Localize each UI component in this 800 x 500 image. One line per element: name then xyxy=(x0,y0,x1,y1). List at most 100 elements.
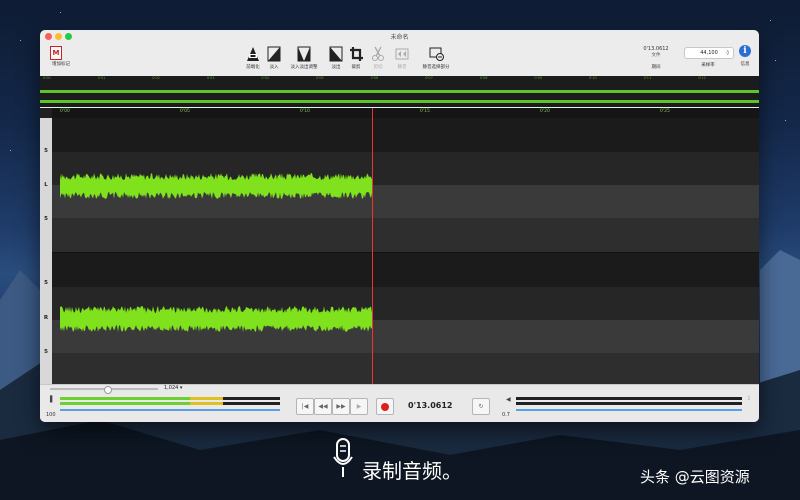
zoom-value: 1,024 xyxy=(164,385,179,391)
sample-rate-value: 44,100 xyxy=(700,50,718,56)
input-meter-left-peak xyxy=(190,397,223,400)
rewind-icon: ◀◀ xyxy=(318,403,328,410)
rewind-button[interactable]: ◀◀ xyxy=(314,398,332,415)
go-to-start-button[interactable]: |◀ xyxy=(296,398,314,415)
overview-tick: 0'03 xyxy=(206,76,215,80)
overview-tick: 0'11 xyxy=(643,76,652,80)
waveform-path xyxy=(60,306,373,332)
star xyxy=(775,60,776,61)
loop-icon: ↻ xyxy=(478,403,484,410)
left-channel-label: L xyxy=(44,182,48,188)
star xyxy=(770,20,771,21)
input-volume-slider[interactable] xyxy=(60,409,280,411)
overview-tick: 0'05 xyxy=(316,76,324,80)
transport-bar: 1,024 ▾ ▌ 100 |◀ ◀◀ ▶▶ ▶ 0'13.0612 ↻ ◀ 0… xyxy=(40,384,759,422)
scissors-icon xyxy=(372,46,384,61)
overview-wave-right xyxy=(40,100,759,103)
waveform-path xyxy=(60,173,373,199)
channel-sidebar: 5 L 5 5 R 5 xyxy=(40,118,52,384)
app-window: 未命名 M 增加标记 前端化 淡入 淡入淡出调整 淡出 裁剪 剪切 静音 静音选… xyxy=(40,30,759,422)
right-lane-top xyxy=(52,253,759,287)
zoom-select[interactable]: 1,024 ▾ xyxy=(164,385,204,393)
play-button[interactable]: ▶ xyxy=(350,398,368,415)
waveform-editor[interactable]: 0'00 0'05 0'10 0'15 0'20 0'25 5 L 5 5 R 5 xyxy=(40,108,759,384)
normalize-label: 前端化 xyxy=(246,65,260,70)
microphone-icon xyxy=(333,438,353,477)
fast-forward-icon: ▶▶ xyxy=(336,403,346,410)
left-waveform xyxy=(60,173,373,199)
cut-label: 剪切 xyxy=(373,65,383,70)
ruler-tick: 0'10 xyxy=(300,109,310,114)
output-meter-right xyxy=(516,402,742,405)
record-icon xyxy=(381,402,389,411)
overview-tick: 0'01 xyxy=(97,76,106,80)
ruler-tick: 0'20 xyxy=(540,109,550,114)
watermark: 头条 @云图资源 xyxy=(640,468,750,486)
time-ruler[interactable]: 0'00 0'05 0'10 0'15 0'20 0'25 xyxy=(52,108,759,118)
loop-button[interactable]: ↻ xyxy=(472,398,490,415)
output-meter-left xyxy=(516,397,742,400)
mute-label: 静音 xyxy=(397,65,407,70)
record-button[interactable] xyxy=(376,398,394,415)
star xyxy=(785,120,786,121)
left-lane-bottom xyxy=(52,218,759,252)
duration-label: 期间 xyxy=(651,65,661,70)
sample-rate-select[interactable]: 44,100 ◊ xyxy=(684,47,734,59)
ruler-tick: 0'25 xyxy=(660,109,670,114)
overview-strip[interactable]: 0'00 0'01 0'02 0'03 0'04 0'05 0'06 0'07 0'08 0'09… xyxy=(40,76,759,107)
output-volume-slider[interactable] xyxy=(516,409,742,411)
info-icon: i xyxy=(739,45,751,57)
chevron-down-icon: ▾ xyxy=(179,385,183,391)
crossfade-icon xyxy=(297,46,311,62)
left-scale-bottom: 5 xyxy=(44,216,48,222)
overview-tick: 0'06 xyxy=(370,76,379,80)
ruler-tick: 0'00 xyxy=(60,109,70,114)
duration-unit[interactable]: 文件 xyxy=(638,52,674,58)
fade-in-icon xyxy=(267,46,281,62)
left-lane-top xyxy=(52,118,759,152)
zoom-slider-knob[interactable] xyxy=(104,386,112,394)
star xyxy=(60,12,61,13)
ruler-tick: 0'05 xyxy=(180,109,190,114)
overview-tick: 0'04 xyxy=(261,76,270,80)
caption-text: 录制音频。 xyxy=(362,459,462,483)
input-meter-left-fill xyxy=(60,397,190,400)
output-level-value: 0.7 xyxy=(502,412,510,418)
mute-selection-label: 静音选择部分 xyxy=(422,65,450,70)
overview-tick: 0'10 xyxy=(589,76,597,80)
left-scale-top: 5 xyxy=(44,148,48,154)
playhead[interactable] xyxy=(372,108,373,384)
sample-rate-label: 采样率 xyxy=(701,63,715,68)
fast-forward-button[interactable]: ▶▶ xyxy=(332,398,350,415)
stepper-icon: ◊ xyxy=(726,50,729,56)
info-label: 信息 xyxy=(740,62,750,67)
overview-tick: 0'08 xyxy=(479,76,488,80)
title-bar: 未命名 xyxy=(40,30,759,44)
ruler-tick: 0'15 xyxy=(420,109,430,114)
input-level-icon: ▌ xyxy=(50,396,55,403)
resize-handle-icon[interactable]: ⁝ xyxy=(748,395,750,402)
right-lane-bottom xyxy=(52,353,759,384)
overview-tick: 0'02 xyxy=(152,76,160,80)
right-waveform xyxy=(60,306,373,332)
fade-in-label: 淡入 xyxy=(269,65,279,70)
star xyxy=(20,40,21,41)
input-level-value: 100 xyxy=(46,412,56,418)
duration-display: 0'13.0612 文件 期间 xyxy=(638,46,674,70)
overview-ruler: 0'00 0'01 0'02 0'03 0'04 0'05 0'06 0'07 0'08 0'09… xyxy=(40,76,759,81)
mute-selection-icon xyxy=(429,47,444,61)
info-button[interactable]: i 信息 xyxy=(738,45,752,67)
fade-out-label: 淡出 xyxy=(331,65,341,70)
crop-icon xyxy=(350,47,363,61)
star xyxy=(10,150,11,151)
overview-tick: 0'09 xyxy=(534,76,543,80)
right-scale-bottom: 5 xyxy=(44,349,48,355)
right-scale-top: 5 xyxy=(44,280,48,286)
overview-wave-left xyxy=(40,90,759,93)
window-title: 未命名 xyxy=(390,34,409,41)
speaker-icon: ◀ xyxy=(506,396,511,403)
fade-out-icon xyxy=(329,46,343,62)
overview-tick: 0'12 xyxy=(698,76,706,80)
normalize-icon xyxy=(247,47,259,61)
play-icon: ▶ xyxy=(356,403,362,410)
